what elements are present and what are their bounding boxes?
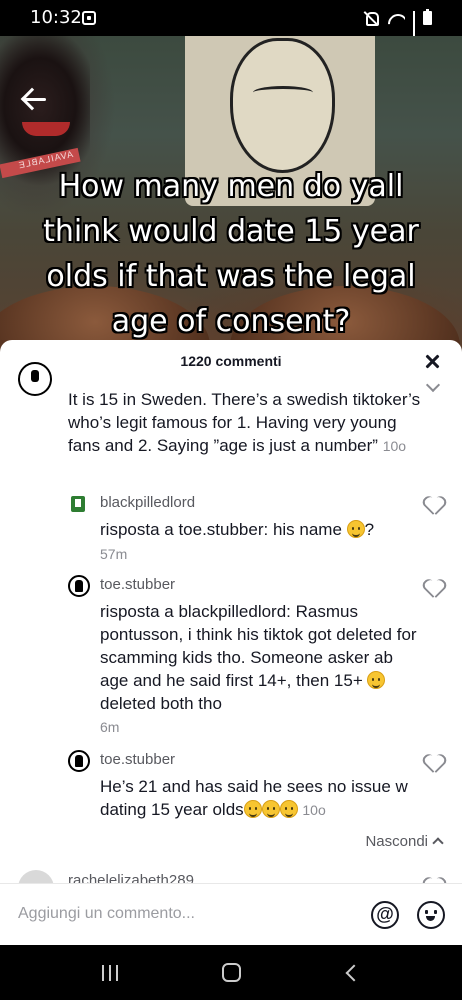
avatar[interactable] (68, 493, 90, 515)
chevron-up-icon (432, 837, 444, 849)
comment-time: 10o (302, 802, 326, 818)
comment-text: risposta a blackpilledlord: Rasmus pontu… (100, 602, 417, 713)
comment-text: risposta a toe.stubber: his name ? (100, 520, 375, 539)
avatar[interactable] (18, 362, 52, 396)
comment-time: 10o (382, 438, 407, 454)
battery-icon (423, 9, 432, 25)
grimace-emoji-icon (346, 520, 365, 538)
recent-apps-icon[interactable] (102, 965, 122, 981)
avatar[interactable] (68, 750, 90, 772)
status-time: 10:32 (30, 7, 82, 28)
video-player[interactable]: AVAILABLE How many men do yall think wou… (0, 36, 462, 366)
back-icon[interactable] (345, 964, 363, 982)
video-caption: How many men do yall think would date 15… (43, 169, 419, 339)
comment-text: He’s 21 and has said he sees no issue w … (100, 777, 408, 819)
grimace-emoji-icon (367, 671, 386, 689)
at-icon[interactable]: @ (371, 901, 399, 929)
reply-mention[interactable]: toe.stubber (178, 520, 263, 539)
heart-icon[interactable] (424, 497, 444, 515)
comment-count: 1220 commenti (180, 353, 282, 369)
comments-sheet: 1220 commenti It is 15 in Sweden. There’… (0, 340, 462, 945)
video-background-poster-face (230, 38, 335, 173)
heart-icon[interactable] (424, 580, 444, 598)
smile-emoji-icon (279, 800, 298, 818)
mute-icon (363, 10, 379, 26)
comment-time: 6m (100, 719, 120, 735)
comment-input-bar: Aggiungi un commento... @ (0, 883, 462, 945)
close-icon[interactable] (420, 350, 444, 374)
comment-username[interactable]: toe.stubber (100, 751, 175, 768)
emoji-icon[interactable] (417, 901, 445, 929)
heart-icon[interactable] (424, 755, 444, 773)
smile-emoji-icon (261, 800, 280, 818)
avatar[interactable] (68, 575, 90, 597)
reply-mention[interactable]: blackpilledlord (178, 602, 286, 621)
notification-icon (82, 11, 96, 25)
comment-username[interactable]: toe.stubber (100, 576, 175, 593)
comment-username[interactable]: blackpilledlord (100, 494, 195, 511)
video-background-art-mouth (22, 122, 70, 136)
system-nav-bar (0, 945, 462, 1000)
comment-time: 57m (100, 546, 128, 562)
smile-emoji-icon (243, 800, 262, 818)
wifi-icon (387, 11, 405, 25)
comment-text: It is 15 in Sweden. There’s a swedish ti… (68, 390, 421, 455)
hide-replies-button[interactable]: Nascondi (365, 833, 444, 850)
home-icon[interactable] (222, 963, 241, 982)
comment-input[interactable]: Aggiungi un commento... (18, 905, 195, 923)
back-arrow-icon[interactable] (20, 86, 50, 112)
comments-header: 1220 commenti (0, 340, 462, 388)
status-bar: 10:32 (0, 0, 462, 45)
signal-icon (413, 11, 415, 45)
status-icons (363, 9, 432, 45)
